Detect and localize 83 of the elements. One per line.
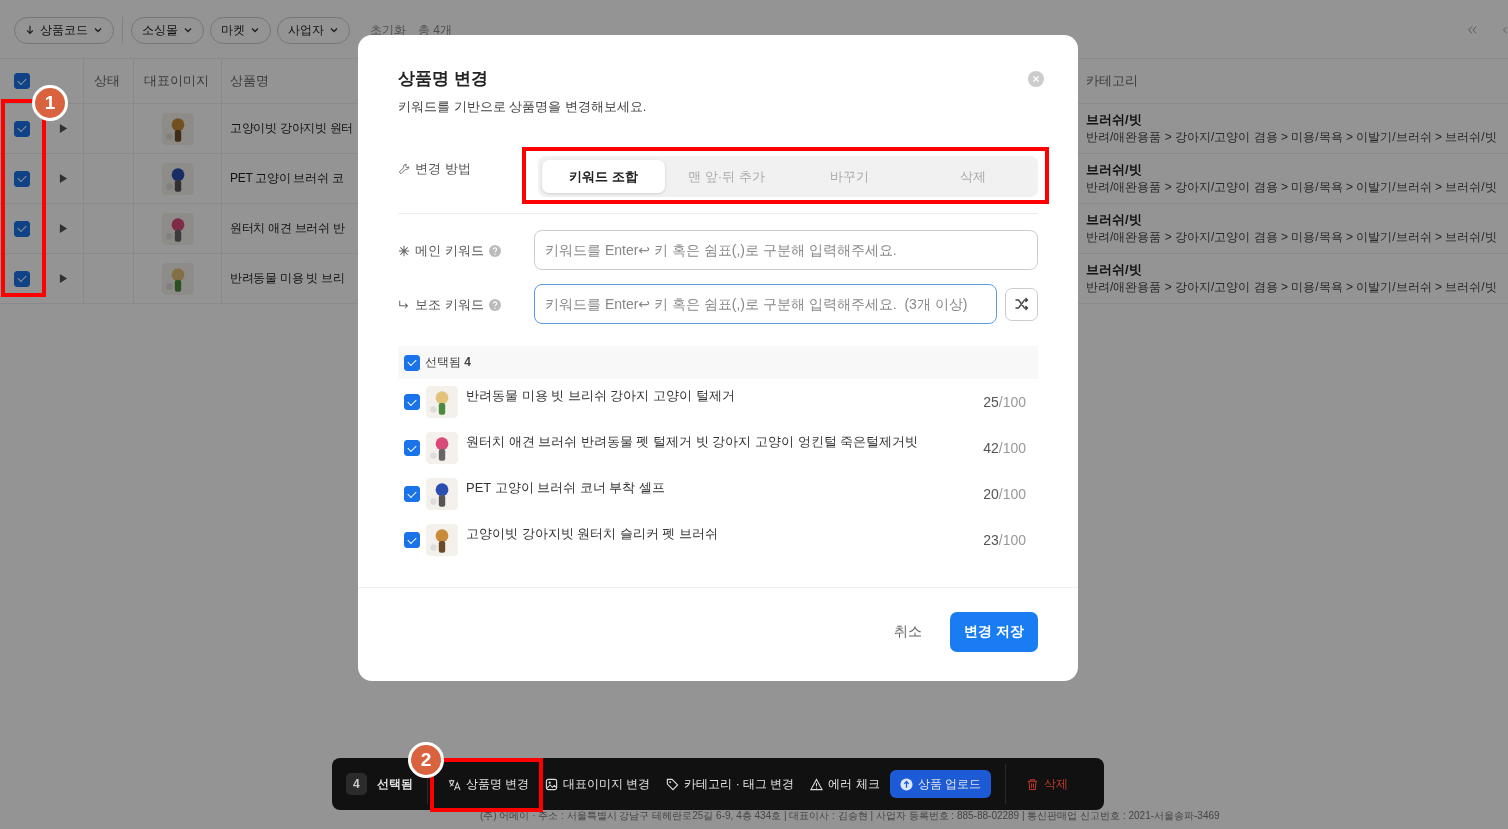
product-name: 고양이빗 강아지빗 원터치 슬리커 펫 브러쉬 (466, 525, 720, 543)
save-button[interactable]: 변경 저장 (950, 612, 1038, 652)
filter-dropdown[interactable]: 마켓 (210, 16, 271, 44)
count-badge: 4 (346, 773, 367, 795)
help-icon[interactable] (488, 245, 501, 257)
image-icon (545, 777, 559, 791)
field-label: 변경 방법 (415, 159, 471, 178)
chevron-down-icon (329, 25, 339, 35)
chevron-down-icon (93, 25, 103, 35)
column-header: 상태 (94, 72, 120, 90)
step-badge: 1 (32, 85, 68, 121)
field-label: 보조 키워드 (415, 296, 484, 314)
checkbox[interactable] (404, 440, 420, 456)
product-name: 원터치 애견 브러쉬 반 (230, 220, 345, 237)
dialog-title: 상품명 변경 (398, 68, 488, 90)
filter-dropdown[interactable]: 소싱몰 (131, 16, 204, 44)
character-count: 42/100 (983, 440, 1026, 456)
checkbox[interactable] (14, 120, 30, 137)
upload-button[interactable]: 상품 업로드 (889, 770, 992, 798)
checkbox[interactable] (404, 354, 420, 371)
category-name: 브러쉬/빗 (1086, 161, 1142, 179)
rename-button[interactable]: 상품명 변경 (441, 770, 536, 798)
product-name: PET 고양이 브러쉬 코 (230, 170, 344, 187)
help-icon[interactable] (488, 299, 501, 311)
sub-arrow-icon (398, 299, 410, 311)
expand-icon[interactable] (59, 223, 68, 234)
error-button[interactable]: 에러 체크 (804, 770, 886, 798)
image-button[interactable]: 대표이미지 변경 (539, 770, 657, 798)
product-name: 고양이빗 강아지빗 원터 (230, 120, 354, 137)
category-path: 반려/애완용품 > 강아지/고양이 겸용 > 미용/목욕 > 이발기/브러쉬 > 브러쉬/빗 (1086, 129, 1497, 146)
checkbox[interactable] (404, 532, 420, 548)
product-name: 원터치 애견 브러쉬 반려동물 펫 털제거 빗 강아지 고양이 엉킨털 죽은털제거빗 (466, 433, 920, 451)
selected-label: 선택됨 (376, 775, 413, 793)
shuffle-button[interactable] (1005, 287, 1038, 321)
filter-dropdown[interactable]: 상품코드 (14, 16, 114, 44)
asterisk-icon (398, 245, 410, 257)
product-name: 반려동물 미용 빗 브리쉬 강아지 고양이 털제거 (466, 387, 736, 405)
trash-icon (1026, 777, 1040, 791)
category-name: 브러쉬/빗 (1086, 211, 1142, 229)
expand-icon[interactable] (59, 273, 68, 284)
wrench-icon (398, 162, 410, 175)
checkbox[interactable] (14, 73, 30, 89)
first-page-icon[interactable] (1466, 25, 1478, 35)
checkbox[interactable] (404, 486, 420, 502)
filter-dropdown[interactable]: 사업자 (277, 16, 350, 44)
checkbox[interactable] (14, 170, 30, 187)
company-info: (주) 어메이 · 주소 : 서울특별시 강남구 테헤란로25길 6-9, 4층 434호 | 대표이사 : 김승현 | 사업자 등록번호 : 885-88-02289 | 통신판매업 신고번호 : 2021-서울송파-3469 (479, 809, 1221, 823)
expand-icon[interactable] (59, 173, 68, 184)
category-path: 반려/애완용품 > 강아지/고양이 겸용 > 미용/목욕 > 이발기/브러쉬 > 브러쉬/빗 (1086, 279, 1497, 296)
field-label: 메인 키워드 (415, 242, 484, 260)
checkbox[interactable] (404, 394, 420, 410)
delete-button[interactable]: 삭제 (1020, 770, 1075, 798)
category-name: 브러쉬/빗 (1086, 111, 1142, 129)
main-keyword-field[interactable]: 키워드를 Enter↩ 키 혹은 쉼표(,)로 구분해 입력해주세요. (534, 230, 1038, 270)
selected-count: 선택됨 4 (425, 354, 472, 371)
column-header: 대표이미지 (144, 72, 209, 90)
character-count: 20/100 (983, 486, 1026, 502)
character-count: 25/100 (983, 394, 1026, 410)
expand-icon[interactable] (59, 123, 68, 134)
chevron-down-icon (250, 25, 260, 35)
method-tab[interactable]: 키워드 조합 (542, 160, 665, 193)
category-name: 브러쉬/빗 (1086, 261, 1142, 279)
shuffle-icon (1013, 296, 1030, 312)
translate-icon (447, 777, 461, 791)
column-header: 상품명 (230, 72, 269, 90)
column-header: 카테고리 (1086, 72, 1138, 90)
cancel-button[interactable]: 취소 (884, 615, 933, 649)
product-name: PET 고양이 브러쉬 코너 부착 셀프 (466, 479, 667, 497)
tag-icon (666, 777, 680, 791)
product-name: 반려동물 미용 빗 브리 (230, 270, 345, 287)
dialog-subtitle: 키워드를 기반으로 상품명을 변경해보세요. (398, 98, 648, 116)
category-path: 반려/애완용품 > 강아지/고양이 겸용 > 미용/목욕 > 이발기/브러쉬 > 브러쉬/빗 (1086, 229, 1497, 246)
category-path: 반려/애완용품 > 강아지/고양이 겸용 > 미용/목욕 > 이발기/브러쉬 > 브러쉬/빗 (1086, 179, 1497, 196)
warning-icon (810, 777, 824, 791)
checkbox[interactable] (14, 270, 30, 287)
down-arrow-icon (25, 25, 35, 35)
chevron-down-icon (183, 25, 193, 35)
character-count: 23/100 (983, 532, 1026, 548)
checkbox[interactable] (14, 220, 30, 237)
sub-keyword-field[interactable]: 키워드를 Enter↩ 키 혹은 쉼표(,)로 구분해 입력해주세요. (3개 이상) (534, 284, 997, 324)
tag-button[interactable]: 카테고리 · 태그 변경 (660, 770, 801, 798)
step-badge: 2 (408, 742, 444, 778)
upload-icon (899, 777, 913, 791)
